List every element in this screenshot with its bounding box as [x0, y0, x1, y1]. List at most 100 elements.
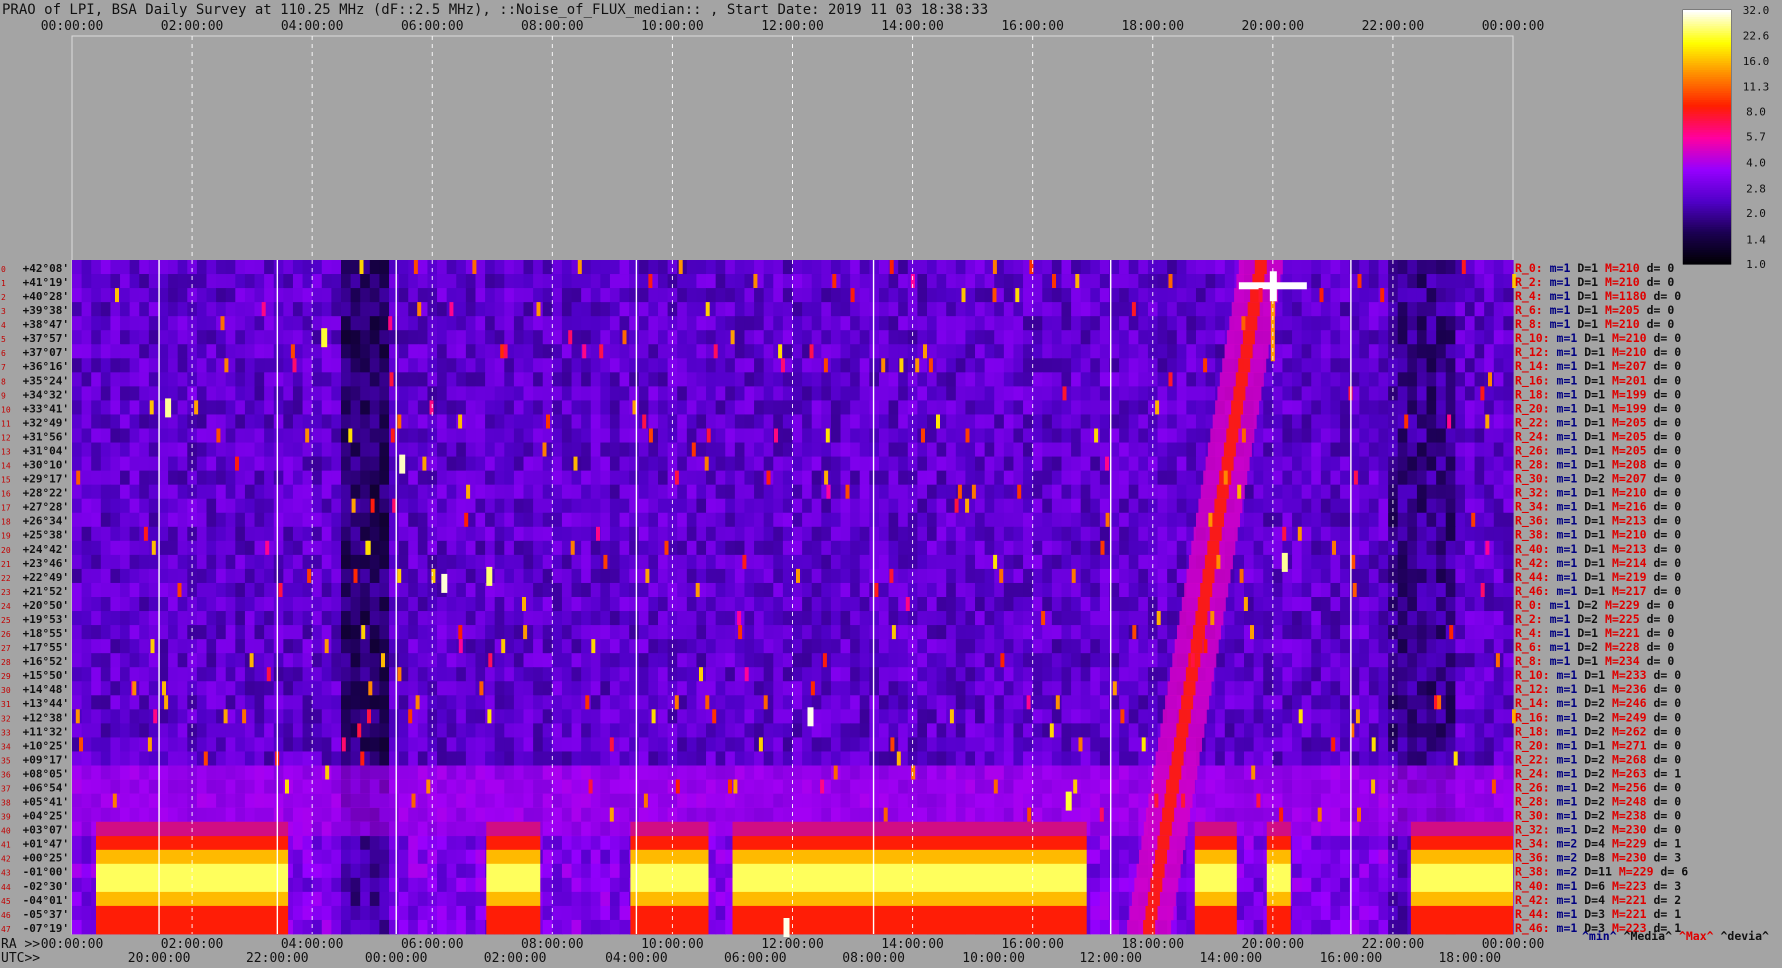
- heatmap-cell: [196, 639, 208, 654]
- heatmap-cell: [1071, 653, 1082, 668]
- heatmap-cell: [648, 302, 659, 317]
- heatmap-cell: [1023, 568, 1034, 584]
- heatmap-cell: [1003, 302, 1015, 317]
- heatmap-cell: [244, 456, 256, 472]
- heatmap-cell: [821, 316, 832, 331]
- heatmap-cell: [926, 484, 938, 500]
- heatmap-cell: [100, 456, 112, 472]
- heatmap-cell: [917, 568, 928, 584]
- heatmap-cell: [552, 625, 563, 640]
- heatmap-cell: [360, 723, 371, 738]
- heatmap-cell: [1282, 372, 1293, 387]
- heatmap-cell: [917, 554, 928, 570]
- heatmap-cell: [1138, 554, 1149, 570]
- heatmap-cell: [1436, 414, 1447, 429]
- heatmap-cell: [782, 302, 794, 317]
- heatmap-cell: [898, 709, 909, 724]
- heatmap-cell: [821, 260, 832, 275]
- heatmap-cell: [1320, 597, 1332, 612]
- heatmap-cell: [561, 526, 573, 542]
- heatmap-cell: [1042, 330, 1053, 345]
- heatmap-cell: [1215, 260, 1226, 275]
- heatmap-cell: [552, 288, 563, 303]
- heatmap-cell: [513, 400, 525, 415]
- heatmap-cell: [706, 611, 717, 626]
- heatmap-cell: [283, 386, 294, 401]
- heatmap-cell: [302, 625, 313, 640]
- heatmap-cell: [984, 681, 995, 696]
- heatmap-cell: [542, 302, 553, 317]
- heatmap-cell: [350, 526, 361, 542]
- heatmap-cell: [1138, 358, 1149, 373]
- heatmap-cell: [648, 400, 659, 415]
- heatmap-cell: [917, 582, 928, 598]
- heatmap-cell: [1071, 344, 1082, 359]
- heatmap-cell: [561, 597, 573, 612]
- heatmap-cell: [975, 526, 986, 542]
- heatmap-cell: [465, 456, 477, 472]
- heatmap-cell: [946, 470, 957, 486]
- heatmap-cell: [975, 484, 986, 500]
- heatmap-cell: [1090, 498, 1101, 514]
- heatmap-cell: [782, 611, 794, 626]
- heatmap-cell: [1407, 260, 1418, 275]
- heatmap-cell: [955, 316, 967, 331]
- heatmap-cell: [1119, 639, 1130, 654]
- heatmap-cell: [513, 512, 525, 528]
- heatmap-cell: [360, 274, 371, 289]
- heatmap-cell: [898, 568, 909, 584]
- heatmap-cell: [1186, 456, 1197, 472]
- heatmap-cell: [1128, 540, 1139, 556]
- heatmap-cell: [302, 288, 313, 303]
- heatmap-cell: [590, 695, 601, 710]
- heatmap-cell: [677, 625, 688, 640]
- heatmap-cell: [1215, 274, 1226, 289]
- heatmap-cell: [417, 316, 429, 331]
- heatmap-cell: [696, 470, 707, 486]
- heatmap-cell: [811, 288, 822, 303]
- heatmap-cell: [523, 470, 534, 486]
- heatmap-cell: [686, 372, 698, 387]
- heatmap-cell: [321, 274, 332, 289]
- heatmap-cell: [984, 428, 995, 443]
- heatmap-cell: [1128, 484, 1139, 500]
- heatmap-cell: [1272, 428, 1284, 443]
- heatmap-cell: [513, 639, 525, 654]
- heatmap-cell: [196, 484, 208, 500]
- heatmap-cell: [1253, 681, 1264, 696]
- heatmap-cell: [206, 470, 217, 486]
- heatmap-cell: [369, 274, 381, 289]
- heatmap-cell: [446, 386, 457, 401]
- heatmap-cell: [1397, 554, 1408, 570]
- heatmap-cell: [590, 260, 601, 275]
- heatmap-cell: [1099, 568, 1111, 584]
- heatmap-cell: [638, 611, 649, 626]
- heatmap-cell: [120, 512, 131, 528]
- heatmap-cell: [1195, 442, 1207, 457]
- heatmap-cell: [1167, 597, 1178, 612]
- heatmap-cell: [1311, 625, 1322, 640]
- heatmap-cell: [1464, 540, 1476, 556]
- heatmap-cell: [369, 597, 381, 612]
- heatmap-cell: [581, 681, 592, 696]
- heatmap-cell: [1359, 512, 1370, 528]
- heatmap-cell: [1234, 653, 1245, 668]
- heatmap-cell: [1042, 639, 1053, 654]
- heatmap-cell: [811, 667, 822, 682]
- heatmap-cell: [763, 625, 774, 640]
- heatmap-cell: [830, 498, 842, 514]
- heatmap-cell: [1397, 372, 1408, 387]
- heatmap-cell: [888, 456, 899, 472]
- heatmap-cell: [542, 386, 553, 401]
- heatmap-cell: [321, 526, 332, 542]
- heatmap-cell: [1426, 540, 1437, 556]
- heatmap-cell: [1340, 316, 1351, 331]
- heatmap-cell: [1484, 681, 1495, 696]
- heatmap-cell: [571, 358, 582, 373]
- heatmap-cell: [465, 695, 477, 710]
- heatmap-cell: [196, 288, 208, 303]
- heatmap-cell: [504, 330, 515, 345]
- heatmap-cell: [235, 625, 246, 640]
- heatmap-cell: [638, 456, 649, 472]
- heatmap-cell: [619, 540, 630, 556]
